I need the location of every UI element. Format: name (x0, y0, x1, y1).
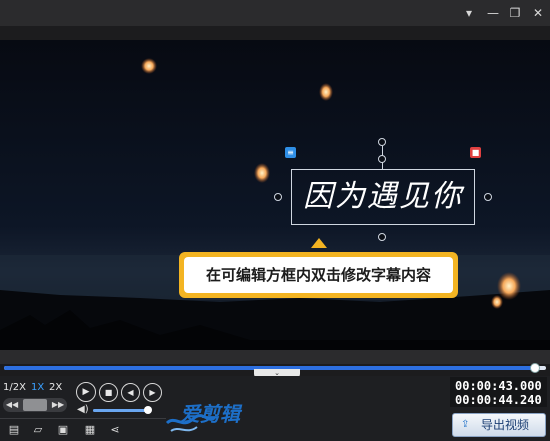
resize-handle-top[interactable] (378, 155, 386, 163)
current-time: 00:00:43.000 (455, 379, 542, 393)
subtitle-list-icon[interactable]: ≡ (285, 147, 296, 158)
rotate-handle[interactable] (378, 138, 386, 146)
subtitle-delete-icon[interactable]: ■ (470, 147, 481, 158)
stop-button[interactable]: ■ (99, 383, 118, 402)
volume-icon[interactable]: ◀) (77, 405, 89, 415)
hint-tooltip-text: 在可编辑方框内双击修改字幕内容 (184, 257, 453, 293)
share-icon[interactable]: ⋖ (108, 423, 122, 436)
toolbar-divider (0, 418, 166, 419)
next-frame-button[interactable]: ▶ (143, 383, 162, 402)
restore-icon[interactable]: ❐ (505, 3, 525, 23)
speed-half[interactable]: 1/2X (3, 381, 26, 395)
resize-handle-right[interactable] (484, 193, 492, 201)
progress-knob[interactable] (530, 363, 541, 373)
volume-fill (93, 409, 149, 412)
save-as-icon[interactable]: ▦ (83, 423, 97, 436)
jog-thumb[interactable] (23, 399, 47, 411)
rewind-icon[interactable]: ◀◀ (5, 398, 19, 412)
tooltip-arrow (311, 238, 327, 248)
total-time: 00:00:44.240 (455, 393, 542, 407)
fast-forward-icon[interactable]: ▶▶ (51, 398, 65, 412)
resize-handle-left[interactable] (274, 193, 282, 201)
hint-tooltip: 在可编辑方框内双击修改字幕内容 (179, 252, 458, 298)
minimize-icon[interactable]: — (483, 3, 503, 23)
resize-handle-bottom[interactable] (378, 233, 386, 241)
previous-frame-button[interactable]: ◀ (121, 383, 140, 402)
export-video-label: 导出视频 (481, 418, 530, 432)
volume-slider[interactable] (93, 409, 151, 412)
timeline-bar (0, 350, 550, 364)
speed-1x[interactable]: 1X (31, 381, 44, 395)
close-icon[interactable]: ✕ (528, 3, 548, 23)
play-button[interactable]: ▶ (76, 382, 96, 402)
export-video-button[interactable]: ⇪ 导出视频 (452, 413, 546, 437)
subtitle-text[interactable]: 因为遇见你 (292, 170, 474, 224)
app-logo-text: 爱剪辑 (180, 402, 240, 426)
speed-2x[interactable]: 2X (49, 381, 62, 395)
subtitle-edit-box[interactable]: 因为遇见你 (291, 169, 475, 225)
export-icon: ⇪ (461, 419, 470, 430)
title-bar: ▾ — ❐ ✕ (0, 0, 550, 26)
jog-slider[interactable]: ◀◀ ▶▶ (3, 398, 67, 412)
save-icon[interactable]: ▣ (56, 423, 70, 436)
caret-down-icon[interactable]: ▾ (459, 3, 479, 23)
new-project-icon[interactable]: ▤ (7, 423, 21, 436)
open-folder-icon[interactable]: ▱ (31, 423, 45, 436)
